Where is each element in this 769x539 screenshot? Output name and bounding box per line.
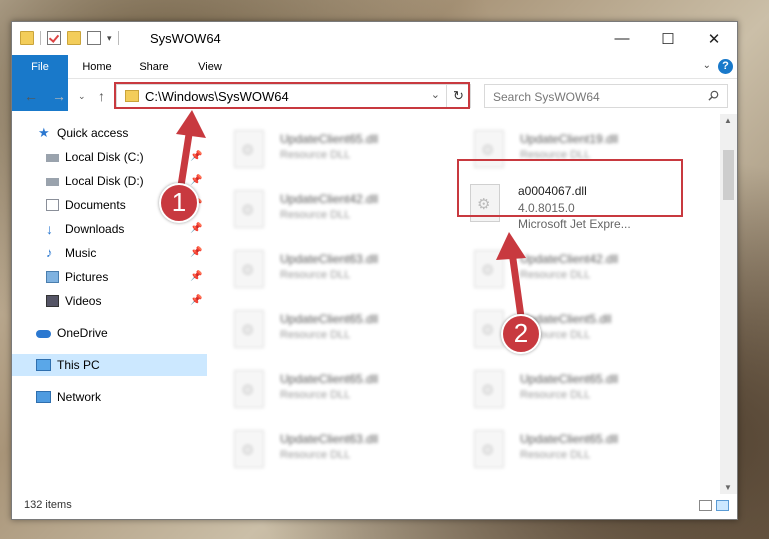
file-item[interactable]: UpdateClient65.dll Resource DLL — [208, 300, 433, 356]
pin-icon[interactable]: 📌 — [190, 218, 202, 240]
file-item[interactable]: UpdateClient65.dll Resource DLL — [448, 360, 673, 416]
sidebar-item-music[interactable]: ♪ Music 📌 — [12, 242, 207, 264]
step-2-badge: 2 — [501, 314, 541, 354]
dll-file-icon — [234, 370, 264, 408]
sidebar-item-local-disk-c[interactable]: Local Disk (C:) 📌 — [12, 146, 207, 168]
dll-file-icon — [234, 310, 264, 348]
sidebar-item-pictures[interactable]: Pictures 📌 — [12, 266, 207, 288]
tab-home[interactable]: Home — [78, 55, 116, 79]
computer-icon — [36, 359, 51, 371]
back-arrow-icon[interactable]: ← — [24, 88, 38, 104]
properties-check-icon[interactable] — [47, 31, 61, 45]
music-icon: ♪ — [46, 245, 53, 260]
videos-icon — [46, 295, 59, 307]
pictures-icon — [46, 271, 59, 283]
view-toggle — [699, 500, 729, 511]
scroll-up-icon[interactable]: ▲ — [724, 116, 732, 125]
recent-locations-icon[interactable]: ⌄ — [78, 91, 86, 102]
step-1-badge: 1 — [159, 183, 199, 223]
pin-icon[interactable]: 📌 — [190, 290, 202, 312]
window-title: SysWOW64 — [150, 31, 221, 46]
star-icon: ★ — [38, 125, 50, 140]
details-view-icon[interactable] — [699, 500, 712, 511]
minimize-button[interactable]: — — [599, 22, 645, 55]
tiles-view-icon[interactable] — [716, 500, 729, 511]
tab-share[interactable]: Share — [136, 55, 172, 79]
up-arrow-icon[interactable]: ↑ — [98, 88, 105, 104]
file-item[interactable]: UpdateClient65.dll Resource DLL — [208, 120, 433, 176]
title-bar: ▾ SysWOW64 — ☐ ✕ — [12, 22, 737, 55]
dll-file-icon — [234, 430, 264, 468]
drive-icon — [46, 178, 59, 186]
dll-file-icon — [474, 370, 504, 408]
search-icon — [708, 90, 719, 101]
sidebar-item-quick-access[interactable]: ★ Quick access — [12, 122, 207, 144]
dll-file-icon — [474, 430, 504, 468]
downloads-icon: ↓ — [46, 221, 53, 237]
file-item[interactable]: UpdateClient5.dll Resource DLL — [448, 300, 673, 356]
customize-icon[interactable] — [87, 31, 101, 45]
ribbon-expand-icon[interactable]: ⌄ — [703, 60, 711, 71]
file-item[interactable]: UpdateClient42.dll Resource DLL — [208, 180, 433, 236]
file-highlight-box — [457, 159, 683, 217]
sidebar-item-videos[interactable]: Videos 📌 — [12, 290, 207, 312]
network-icon — [36, 391, 51, 403]
folder-icon — [20, 31, 34, 45]
navigation-pane: ★ Quick access Local Disk (C:) 📌 Local D… — [12, 114, 207, 494]
sidebar-item-network[interactable]: Network — [12, 386, 207, 408]
scroll-thumb[interactable] — [723, 150, 734, 200]
dll-file-icon — [474, 310, 504, 348]
cloud-icon — [36, 330, 51, 338]
sidebar-item-this-pc[interactable]: This PC — [12, 354, 207, 376]
close-button[interactable]: ✕ — [691, 22, 737, 55]
ribbon: File Home Share View ⌄ ? — [12, 55, 737, 111]
vertical-scrollbar[interactable]: ▲ ▼ — [720, 114, 737, 494]
tab-view[interactable]: View — [194, 55, 226, 79]
pin-icon[interactable]: 📌 — [190, 146, 202, 168]
forward-arrow-icon[interactable]: → — [52, 88, 66, 104]
search-placeholder: Search SysWOW64 — [493, 90, 600, 104]
status-bar: 132 items — [12, 493, 737, 519]
dll-file-icon — [234, 190, 264, 228]
sidebar-item-onedrive[interactable]: OneDrive — [12, 322, 207, 344]
maximize-button[interactable]: ☐ — [645, 22, 691, 55]
pin-icon[interactable]: 📌 — [190, 242, 202, 264]
address-highlight-box — [114, 82, 470, 109]
item-count: 132 items — [24, 499, 72, 511]
file-item[interactable]: UpdateClient65.dll Resource DLL — [448, 420, 673, 476]
separator — [117, 31, 119, 45]
separator — [40, 31, 41, 45]
file-item[interactable]: UpdateClient65.dll Resource DLL — [208, 360, 433, 416]
documents-icon — [46, 199, 59, 211]
dll-file-icon — [474, 250, 504, 288]
help-icon[interactable]: ? — [718, 59, 733, 74]
drive-icon — [46, 154, 59, 162]
dll-file-icon — [234, 250, 264, 288]
search-input[interactable]: Search SysWOW64 — [484, 84, 728, 108]
new-folder-icon[interactable] — [67, 31, 81, 45]
file-item[interactable]: UpdateClient63.dll Resource DLL — [208, 240, 433, 296]
dll-file-icon — [234, 130, 264, 168]
qat-dropdown-icon[interactable]: ▾ — [107, 33, 112, 44]
quick-access-toolbar: ▾ — [20, 31, 119, 45]
scroll-down-icon[interactable]: ▼ — [724, 483, 732, 492]
file-item[interactable]: UpdateClient42.dll Resource DLL — [448, 240, 673, 296]
file-item[interactable]: UpdateClient63.dll Resource DLL — [208, 420, 433, 476]
pin-icon[interactable]: 📌 — [190, 266, 202, 288]
